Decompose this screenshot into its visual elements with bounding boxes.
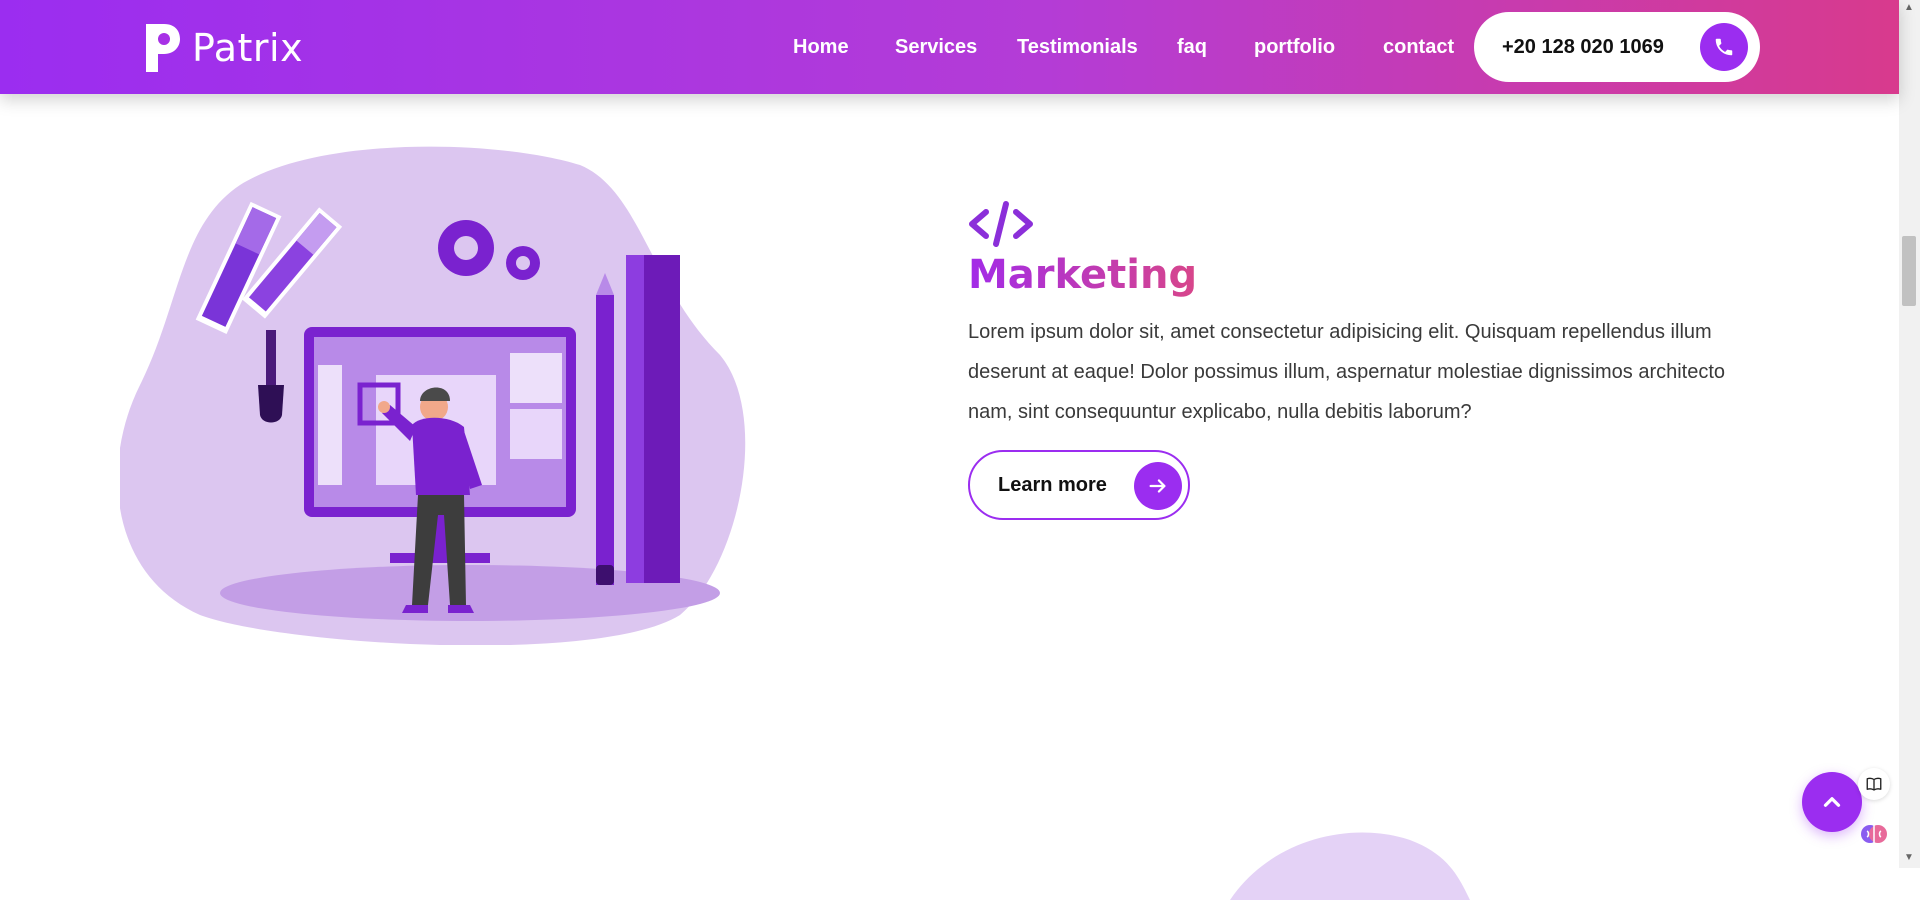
logo-text: Patrix <box>192 26 304 70</box>
phone-icon <box>1715 38 1733 56</box>
next-section-blob <box>1230 832 1470 900</box>
phone-number: +20 128 020 1069 <box>1502 36 1664 58</box>
nav-services[interactable]: Services <box>895 36 977 59</box>
page-scrollbar[interactable]: ▲ ▼ <box>1899 0 1920 868</box>
back-to-top-button[interactable] <box>1802 772 1862 832</box>
brain-icon[interactable] <box>1858 818 1890 850</box>
brain-glyph <box>1861 825 1887 843</box>
book-icon[interactable] <box>1858 768 1890 800</box>
scroll-thumb[interactable] <box>1902 236 1916 306</box>
section-title: Marketing <box>968 252 1198 298</box>
arrow-right-glyph <box>1149 479 1166 493</box>
logo[interactable]: Patrix <box>142 20 303 76</box>
phone-button[interactable] <box>1700 23 1748 71</box>
code-icon <box>969 201 1033 247</box>
learn-more-label: Learn more <box>998 474 1107 496</box>
nav-portfolio[interactable]: portfolio <box>1254 36 1335 59</box>
scroll-down-arrow-icon[interactable]: ▼ <box>1903 852 1915 864</box>
learn-more-button[interactable]: Learn more <box>968 450 1190 520</box>
nav-faq[interactable]: faq <box>1177 36 1207 59</box>
section-description: Lorem ipsum dolor sit, amet consectetur … <box>968 321 1726 423</box>
book-glyph <box>1866 777 1882 791</box>
chevron-up-icon <box>1823 797 1841 807</box>
scroll-up-arrow-icon[interactable]: ▲ <box>1903 2 1915 14</box>
marketing-illustration <box>120 146 746 645</box>
nav-home[interactable]: Home <box>793 36 849 59</box>
nav-testimonials[interactable]: Testimonials <box>1017 36 1138 59</box>
site-header: Patrix Home Services Testimonials faq po… <box>0 0 1899 94</box>
nav-contact[interactable]: contact <box>1383 36 1454 59</box>
arrow-right-icon <box>1134 462 1182 510</box>
logo-icon <box>146 24 180 72</box>
phone-pill[interactable]: +20 128 020 1069 <box>1474 12 1760 82</box>
